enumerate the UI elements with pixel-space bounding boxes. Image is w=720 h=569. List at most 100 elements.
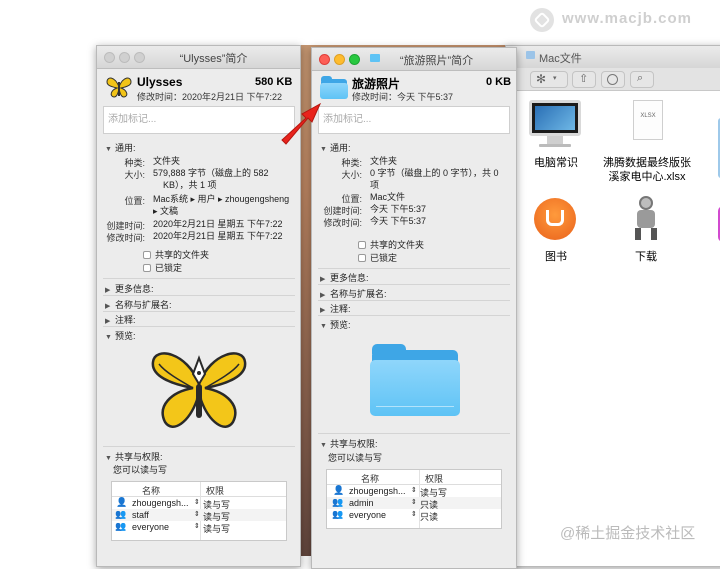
size-label: 大小: (124, 170, 145, 180)
section-comments[interactable]: ▶ 注释: (105, 313, 136, 326)
ulysses-titlebar[interactable]: “Ulysses”简介 (97, 46, 300, 69)
butterfly-preview-icon (151, 352, 247, 428)
window-title: “Ulysses”简介 (179, 53, 248, 65)
action-button[interactable]: ✻ ▾ (530, 71, 568, 88)
automator-robot-icon (633, 196, 659, 240)
created-value: 今天 下午5:37 (370, 204, 427, 214)
chevron-down-icon: ▾ (553, 75, 557, 82)
section-more-info[interactable]: ▶ 更多信息: (320, 271, 369, 284)
table-row[interactable]: 👥 everyone ⇕ 读与写 (112, 521, 286, 534)
finder-item-label: 下载 (635, 251, 657, 263)
modified-label: 修改时间: (106, 233, 145, 243)
divider (318, 433, 510, 434)
modified-value: 今天 下午5:37 (370, 216, 427, 226)
permissions-table: 名称 权限 👤 zhougengsh... ⇕ 读与写 👥 admin ⇕ 只读… (326, 469, 502, 529)
share-button[interactable]: ⇧ (572, 71, 596, 88)
stepper-icon[interactable]: ⇕ (194, 510, 200, 518)
stepper-icon[interactable]: ⇕ (411, 498, 417, 506)
user-icon: 👤 (116, 497, 128, 507)
group-icon: 👥 (115, 509, 127, 519)
travel-info-window: “旅游照片”简介 旅游照片 0 KB 修改时间：今天 下午5:37 添加标记..… (311, 47, 517, 569)
file-size: 0 KB (486, 76, 512, 88)
finder-item-books[interactable]: 图书 (521, 196, 591, 266)
shared-folder-checkbox[interactable]: 共享的文件夹 (358, 239, 424, 251)
folder-icon-header (320, 76, 348, 100)
size-value: 579,888 字节（磁盘上的 582 (153, 168, 269, 178)
window-title: “旅游照片”简介 (399, 55, 474, 67)
finder-titlebar[interactable]: Mac文件 (506, 46, 720, 69)
size-value-cont: 项 (370, 180, 380, 190)
everyone-icon: 👥 (332, 509, 344, 519)
section-name-extension[interactable]: ▶ 名称与扩展名: (320, 287, 387, 300)
stepper-icon[interactable]: ⇕ (411, 510, 417, 518)
divider (318, 300, 510, 301)
divider (318, 284, 510, 285)
disclosure-closed-icon: ▶ (320, 307, 326, 314)
stepper-icon[interactable]: ⇕ (194, 522, 200, 530)
kind-value: 文件夹 (153, 156, 181, 166)
section-comments[interactable]: ▶ 注释: (320, 302, 351, 315)
disclosure-closed-icon: ▶ (105, 318, 111, 325)
finder-item-computer[interactable]: 电脑常识 (521, 98, 591, 169)
finder-item-label: 图书 (545, 251, 567, 263)
where-value: Mac系统 ▸ 用户 ▸ zhougengsheng (153, 194, 290, 204)
where-value: Mac文件 (370, 192, 406, 202)
section-sharing[interactable]: ▼ 共享与权限: (320, 437, 378, 450)
folder-icon (526, 51, 535, 59)
section-more-info[interactable]: ▶ 更多信息: (105, 282, 154, 295)
finder-item-xlsx[interactable]: XLSX 沸腾数据最终版张 溪家电中心.xlsx (602, 98, 692, 183)
folder-preview-icon (370, 344, 460, 416)
divider (103, 278, 295, 279)
section-name-extension[interactable]: ▶ 名称与扩展名: (105, 298, 172, 311)
section-sharing[interactable]: ▼ 共享与权限: (105, 450, 163, 463)
travel-titlebar[interactable]: “旅游照片”简介 (312, 48, 516, 71)
modified-time: 修改时间：2020年2月21日 下午7:22 (137, 92, 283, 102)
table-row[interactable]: 👥 everyone ⇕ 只读 (327, 509, 501, 522)
finder-toolbar: ✻ ▾ ⇧ ⌕ (506, 68, 720, 91)
tag-input[interactable]: 添加标记... (318, 106, 510, 134)
watermark-footer: @稀土掘金技术社区 (560, 525, 696, 542)
table-row[interactable]: 👤 zhougengsh... ⇕ 读与写 (327, 485, 501, 498)
finder-window: Mac文件 ✻ ▾ ⇧ ⌕ 电脑常识 XLSX 沸腾数据最终版张 溪家电中心.x… (505, 45, 720, 567)
tags-button[interactable] (601, 71, 625, 88)
section-preview[interactable]: ▼ 预览: (105, 329, 136, 342)
disclosure-closed-icon: ▶ (105, 303, 111, 310)
table-row[interactable]: 👥 admin ⇕ 只读 (327, 497, 501, 510)
close-button[interactable] (319, 54, 330, 65)
xlsx-file-icon: XLSX (633, 100, 663, 140)
close-button[interactable] (104, 52, 115, 63)
everyone-icon: 👥 (115, 521, 127, 531)
section-preview[interactable]: ▼ 预览: (320, 318, 351, 331)
disclosure-closed-icon: ▶ (105, 287, 111, 294)
section-general[interactable]: ▼ 通用: (105, 141, 136, 154)
search-icon: ⌕ (637, 72, 644, 84)
finder-title: Mac文件 (539, 53, 582, 65)
minimize-button[interactable] (334, 54, 345, 65)
divider (103, 446, 295, 447)
locked-checkbox[interactable]: 已锁定 (143, 262, 182, 274)
size-label: 大小: (341, 170, 362, 180)
stepper-icon[interactable]: ⇕ (411, 486, 417, 494)
finder-item-label: 溪家电中心.xlsx (608, 171, 686, 183)
group-icon: 👥 (332, 497, 344, 507)
shared-folder-checkbox[interactable]: 共享的文件夹 (143, 249, 209, 261)
finder-item-label: 电脑常识 (534, 157, 578, 169)
disclosure-closed-icon: ▶ (320, 276, 326, 283)
red-arrow-annotation (281, 102, 322, 145)
disclosure-open-icon: ▼ (320, 146, 327, 153)
disclosure-closed-icon: ▶ (320, 292, 326, 299)
share-icon: ⇧ (579, 73, 589, 85)
table-row[interactable]: 👥 staff ⇕ 读与写 (112, 509, 286, 522)
locked-checkbox[interactable]: 已锁定 (358, 252, 397, 264)
divider (318, 315, 510, 316)
search-button[interactable]: ⌕ (630, 71, 654, 88)
tag-input[interactable]: 添加标记... (103, 106, 295, 134)
user-icon: 👤 (333, 485, 345, 495)
divider (103, 295, 295, 296)
butterfly-icon (106, 77, 132, 98)
imac-icon (529, 100, 581, 136)
table-row[interactable]: 👤 zhougengsh... ⇕ 读与写 (112, 497, 286, 510)
where-value-cont: ▸ 文稿 (153, 206, 179, 216)
stepper-icon[interactable]: ⇕ (194, 498, 200, 506)
finder-item-downloads[interactable]: 下载 (606, 196, 686, 266)
